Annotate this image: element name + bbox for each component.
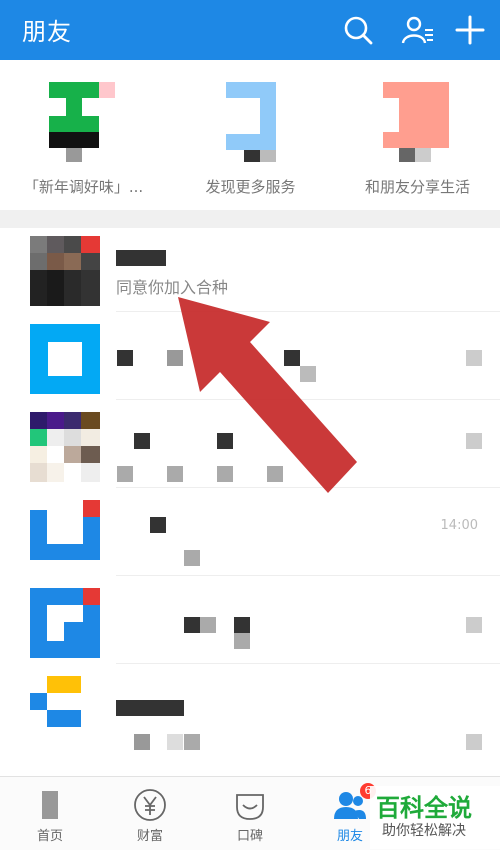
redacted-block (234, 617, 250, 633)
service-item-2[interactable]: 发现更多服务 (167, 60, 334, 210)
koubei-icon (236, 794, 264, 820)
tab-label: 口碑 (236, 829, 263, 844)
avatar (30, 676, 81, 727)
timestamp: 14:00 (440, 518, 478, 533)
avatar (30, 324, 100, 394)
avatar (30, 588, 100, 658)
redacted-block (300, 366, 316, 382)
message-preview: 同意你加入合种 (116, 278, 229, 297)
avatar (30, 236, 100, 306)
redacted-block (466, 433, 482, 449)
redacted-block (150, 517, 166, 533)
avatar (30, 412, 100, 482)
watermark-title: 百科全说 (376, 794, 472, 822)
service-label: 发现更多服务 (205, 178, 296, 196)
service-label: 「新年调好味」... (23, 178, 144, 196)
page-title: 朋友 (22, 18, 72, 46)
tab-label: 首页 (36, 829, 63, 844)
tab-wealth[interactable]: 财富 (100, 777, 200, 850)
row-divider (116, 575, 500, 576)
redacted-block (184, 550, 200, 566)
tab-home[interactable]: 首页 (0, 777, 100, 850)
redacted-block (217, 466, 233, 482)
search-icon[interactable] (340, 12, 376, 48)
list-item[interactable] (0, 404, 500, 488)
contacts-icon[interactable] (400, 12, 436, 48)
redacted-block (217, 433, 233, 449)
avatar (30, 500, 100, 560)
redacted-block (184, 617, 200, 633)
service-shortcuts: 「新年调好味」... 发现更多服务 和朋友分享生活 (0, 60, 500, 210)
row-divider (116, 311, 500, 312)
pink-app-icon (382, 82, 449, 162)
conversation-list: 同意你加入合种 14:00 (0, 228, 500, 776)
redacted-block (134, 433, 150, 449)
add-icon[interactable] (452, 12, 488, 48)
contact-name (116, 700, 184, 716)
redacted-block (466, 350, 482, 366)
service-label: 和朋友分享生活 (364, 178, 470, 196)
list-item[interactable] (0, 580, 500, 664)
row-divider (116, 487, 500, 488)
redacted-block (167, 734, 183, 750)
redacted-block (167, 466, 183, 482)
list-item[interactable]: 14:00 (0, 492, 500, 576)
redacted-block (267, 466, 283, 482)
list-item[interactable] (0, 316, 500, 400)
watermark-subtitle: 助你轻松解决 (382, 823, 466, 839)
watermark: 百科全说 助你轻松解决 (370, 786, 500, 849)
redacted-block (200, 617, 216, 633)
redacted-block (234, 633, 250, 649)
section-divider (0, 210, 500, 228)
redacted-block (284, 350, 300, 366)
redacted-block (167, 350, 183, 366)
tab-koubei[interactable]: 口碑 (200, 777, 300, 850)
green-app-icon (48, 82, 115, 162)
redacted-block (117, 466, 133, 482)
blue-app-icon (225, 82, 276, 162)
row-divider (116, 663, 500, 664)
redacted-block (466, 734, 482, 750)
list-item[interactable]: 同意你加入合种 (0, 228, 500, 312)
row-divider (116, 399, 500, 400)
yen-icon (134, 789, 166, 821)
home-icon (42, 791, 58, 819)
contact-name (116, 250, 166, 266)
tab-label: 财富 (136, 829, 163, 844)
service-item-3[interactable]: 和朋友分享生活 (334, 60, 500, 210)
redacted-block (117, 350, 133, 366)
redacted-block (466, 617, 482, 633)
service-item-1[interactable]: 「新年调好味」... (0, 60, 167, 210)
redacted-block (184, 734, 200, 750)
list-item[interactable] (0, 668, 500, 752)
redacted-block (134, 734, 150, 750)
top-bar: 朋友 (0, 0, 500, 60)
